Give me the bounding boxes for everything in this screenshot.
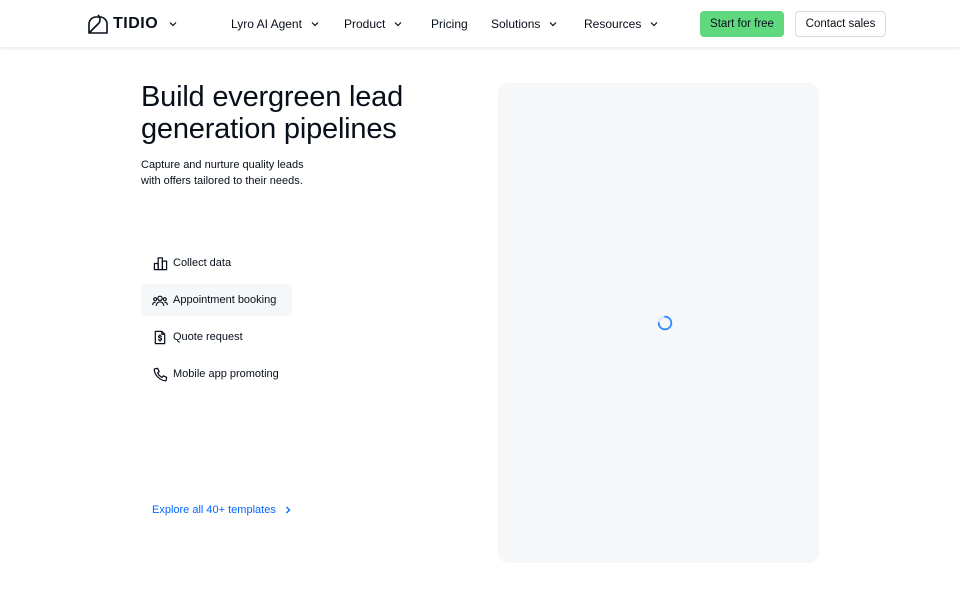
template-item-appointment-booking[interactable]: Appointment booking (141, 284, 292, 316)
page-title-line-1: Build evergreen lead (141, 81, 404, 113)
start-for-free-button[interactable]: Start for free (700, 11, 784, 37)
tidio-logo-icon (88, 14, 108, 34)
template-item-quote-request[interactable]: Quote request (141, 321, 292, 353)
logo-text: TIDIO (113, 15, 159, 32)
template-item-collect-data[interactable]: Collect data (141, 247, 292, 279)
chevron-down-icon (649, 19, 659, 29)
document-dollar-icon (152, 329, 168, 345)
explore-templates-link[interactable]: Explore all 40+ templates (152, 502, 292, 518)
template-item-label: Appointment booking (173, 294, 277, 306)
explore-templates-label: Explore all 40+ templates (152, 504, 276, 516)
nav-item-label: Product (344, 17, 386, 31)
phone-icon (152, 366, 168, 382)
chevron-right-icon (284, 505, 292, 515)
template-item-mobile-app-promoting[interactable]: Mobile app promoting (141, 358, 292, 390)
bar-chart-icon (152, 255, 168, 271)
page-subtitle-line-2: with offers tailored to their needs. (141, 175, 303, 187)
tidio-logo[interactable]: TIDIO (86, 12, 178, 36)
nav-item-label: Pricing (431, 17, 468, 31)
chevron-down-icon (310, 19, 320, 29)
chevron-down-icon (393, 19, 403, 29)
template-preview-panel (498, 83, 819, 563)
page-subtitle-line-1: Capture and nurture quality leads (141, 159, 304, 171)
loading-spinner-icon (657, 315, 673, 331)
nav-item-label: Solutions (491, 17, 541, 31)
page-subtitle: Capture and nurture quality leads with o… (141, 157, 341, 189)
nav-item-pricing[interactable]: Pricing (431, 15, 468, 33)
top-navigation-bar: TIDIO Lyro AI Agent Product Pricing Solu… (0, 0, 960, 48)
template-item-label: Mobile app promoting (173, 368, 279, 380)
template-item-label: Quote request (173, 331, 243, 343)
nav-item-product[interactable]: Product (344, 15, 403, 33)
nav-item-solutions[interactable]: Solutions (491, 15, 558, 33)
chevron-down-icon (548, 19, 558, 29)
nav-item-lyro-ai-agent[interactable]: Lyro AI Agent (231, 15, 320, 33)
page-title-line-2: generation pipelines (141, 113, 397, 145)
nav-item-label: Resources (584, 17, 642, 31)
page-title: Build evergreen lead generation pipeline… (141, 81, 441, 145)
people-icon (152, 292, 168, 308)
nav-item-resources[interactable]: Resources (584, 15, 659, 33)
nav-item-label: Lyro AI Agent (231, 17, 302, 31)
template-item-label: Collect data (173, 257, 232, 269)
contact-sales-button[interactable]: Contact sales (795, 11, 886, 37)
chevron-down-icon (168, 19, 178, 29)
